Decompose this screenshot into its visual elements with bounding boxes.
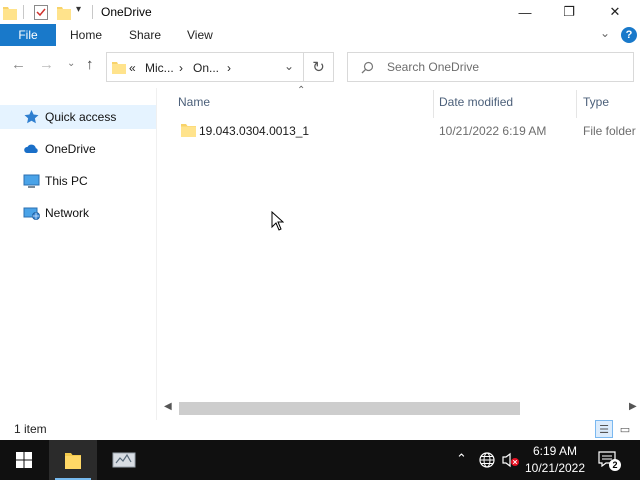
breadcrumb-separator[interactable]: › [227,61,231,75]
file-name: 19.043.0304.0013_1 [199,124,310,138]
folder-icon [112,62,126,74]
column-header-date[interactable]: Date modified [439,95,513,109]
horizontal-scrollbar[interactable]: ◀ ▶ [161,400,640,417]
network-icon [23,207,40,220]
file-row[interactable]: 19.043.0304.0013_1 10/21/2022 6:19 AM Fi… [177,118,640,142]
column-divider[interactable] [576,90,577,118]
search-placeholder: Search OneDrive [387,60,480,74]
customize-toolbar-icon[interactable]: ▾ [76,4,81,15]
item-count: 1 item [14,422,47,436]
new-folder-icon[interactable] [57,4,71,20]
large-icons-view-icon[interactable]: ▭ [616,420,634,438]
search-input[interactable]: Search OneDrive [347,52,634,82]
sidebar-item-onedrive[interactable]: OneDrive [0,137,156,161]
star-icon [24,110,39,124]
column-divider[interactable] [433,90,434,118]
refresh-icon[interactable]: ↻ [304,52,334,82]
column-header-type[interactable]: Type [583,95,609,109]
breadcrumb-item[interactable]: On... [193,61,219,75]
title-separator [23,5,24,19]
tab-share[interactable]: Share [129,28,161,42]
start-button[interactable] [0,440,48,480]
address-dropdown-icon[interactable]: ⌄ [284,59,294,73]
expand-ribbon-icon[interactable]: ⌄ [600,26,610,40]
folder-icon [65,453,81,469]
recent-locations-icon[interactable]: ⌄ [67,58,75,69]
sidebar-item-label: This PC [45,174,88,188]
system-clock[interactable]: 6:19 AM 10/21/2022 [522,443,588,477]
cloud-icon [24,144,38,153]
forward-icon[interactable]: → [39,56,54,73]
navigation-bar: ← → ⌄ ↑ « Mic... › On... › ⌄ ↻ Search On… [0,46,640,88]
sidebar-item-label: Quick access [45,110,117,124]
help-icon[interactable]: ? [621,27,637,43]
ribbon-tabs: File Home Share View ⌄ ? [0,24,640,46]
tab-home[interactable]: Home [70,28,102,42]
title-separator [92,5,93,19]
breadcrumb-item[interactable]: Mic... [145,61,174,75]
scroll-right-icon[interactable]: ▶ [629,401,637,412]
notification-count-badge: 2 [609,459,621,471]
file-type: File folder [583,124,636,138]
computer-icon [23,174,40,188]
folder-icon [3,7,17,20]
sidebar-item-quick-access[interactable]: Quick access [0,105,156,129]
taskbar-file-explorer[interactable] [49,440,97,480]
search-icon [361,61,374,74]
minimize-button[interactable]: — [502,0,548,24]
show-hidden-icons[interactable]: ⌃ [456,451,467,467]
windows-logo-icon [16,452,32,468]
sort-ascending-icon: ⌃ [297,85,306,96]
server-manager-icon [112,452,136,468]
navigation-pane: Quick access OneDrive This PC Network [0,88,156,420]
status-bar: 1 item ☰ ▭ [0,420,640,440]
volume-muted-icon[interactable] [502,452,520,468]
title-bar: ▾ OneDrive — ❐ ✕ [0,0,640,24]
tab-view[interactable]: View [187,28,213,42]
sidebar-item-label: Network [45,206,90,220]
column-header-name[interactable]: Name [178,95,210,109]
close-button[interactable]: ✕ [592,0,638,24]
up-icon[interactable]: ↑ [86,56,94,73]
file-list: ⌃ Name Date modified Type 19.043.0304.00… [156,85,640,420]
window-title: OneDrive [101,5,152,19]
scrollbar-thumb[interactable] [179,402,520,415]
tab-file[interactable]: File [0,24,56,46]
folder-icon [181,124,196,137]
mouse-cursor-icon [271,211,284,231]
maximize-button[interactable]: ❐ [546,0,592,24]
sidebar-item-label: OneDrive [45,142,96,156]
properties-icon[interactable] [34,4,48,20]
taskbar-server-manager[interactable] [100,440,148,480]
taskbar: ⌃ 6:19 AM 10/21/2022 2 [0,440,640,480]
details-view-icon[interactable]: ☰ [595,420,613,438]
sidebar-item-this-pc[interactable]: This PC [0,169,156,193]
back-icon[interactable]: ← [11,56,26,73]
address-overflow[interactable]: « [129,61,136,75]
clock-date: 10/21/2022 [524,461,586,475]
breadcrumb-separator[interactable]: › [179,61,183,75]
sidebar-item-network[interactable]: Network [0,201,156,225]
clock-time: 6:19 AM [532,444,578,458]
scroll-left-icon[interactable]: ◀ [164,401,172,412]
globe-icon[interactable] [479,452,495,468]
file-date: 10/21/2022 6:19 AM [439,124,547,138]
address-bar[interactable]: « Mic... › On... › ⌄ [106,52,304,82]
